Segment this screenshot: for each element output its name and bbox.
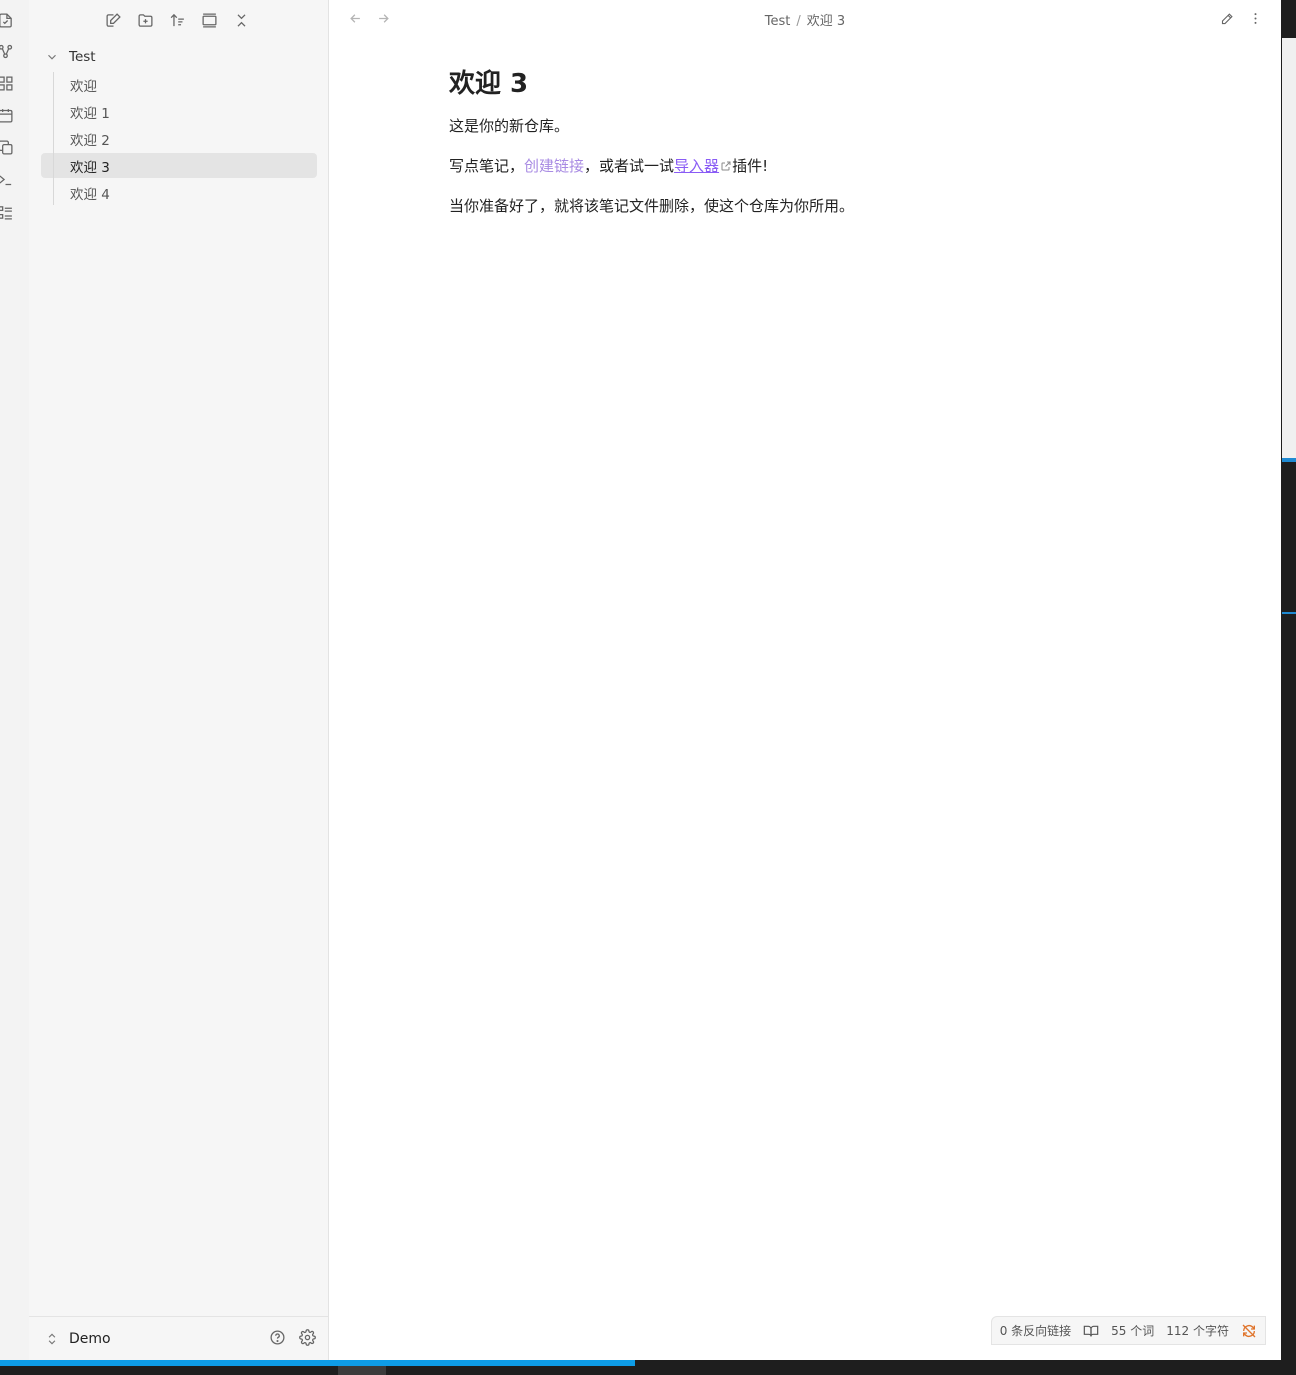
file-item-3[interactable]: 欢迎 3 [41, 153, 317, 178]
progress-bar [0, 1360, 636, 1366]
char-count: 112 个字符 [1166, 1324, 1229, 1338]
book-open-icon[interactable] [1083, 1323, 1099, 1339]
settings-icon[interactable] [298, 1328, 316, 1346]
calendar-icon[interactable] [0, 105, 16, 125]
scroll-marker [1282, 458, 1296, 462]
vault-name: Demo [69, 1330, 111, 1347]
file-label: 欢迎 1 [70, 105, 110, 122]
file-label: 欢迎 2 [70, 132, 110, 149]
file-item-4[interactable]: 欢迎 4 [41, 180, 318, 205]
ribbon [0, 0, 30, 1360]
internal-link[interactable]: 创建链接 [524, 157, 584, 175]
sort-icon[interactable] [165, 8, 189, 32]
p2-text-middle: ，或者试一试 [584, 157, 675, 175]
graph-icon[interactable] [0, 41, 16, 61]
file-item-0[interactable]: 欢迎 [41, 72, 318, 97]
note-paragraph-2: 写点笔记，创建链接，或者试一试导入器 插件! [449, 156, 1149, 176]
folder-test[interactable]: Test [41, 44, 317, 70]
edit-icon[interactable] [1217, 8, 1237, 28]
chevron-up-down-icon [48, 1333, 56, 1344]
scroll-marker [1282, 612, 1296, 614]
explorer-toolbar [101, 8, 253, 32]
p2-text-after: 插件! [732, 157, 769, 175]
note-paragraph-1: 这是你的新仓库。 [449, 117, 570, 135]
vault-switcher[interactable]: Demo [45, 1331, 111, 1347]
file-label: 欢迎 [70, 78, 97, 95]
editor-pane: Test / 欢迎 3 欢迎 3 这是你的新仓库。 写点笔记，创建链接，或者试一试导… [329, 0, 1281, 1360]
breadcrumb-current[interactable]: 欢迎 3 [807, 14, 845, 29]
file-label: 欢迎 4 [70, 186, 110, 203]
new-note-icon[interactable] [101, 8, 125, 32]
note-title: 欢迎 3 [449, 69, 529, 99]
files-icon[interactable] [0, 10, 16, 30]
canvas-icon[interactable] [0, 73, 16, 93]
breadcrumb-parent[interactable]: Test [765, 14, 791, 29]
external-link-icon [721, 161, 731, 171]
more-options-icon[interactable] [1245, 8, 1265, 28]
file-tree: Test 欢迎 欢迎 1 欢迎 2 欢迎 3 欢迎 4 [41, 44, 317, 205]
file-item-2[interactable]: 欢迎 2 [41, 126, 318, 151]
collapse-all-icon[interactable] [197, 8, 221, 32]
external-link[interactable]: 导入器 [674, 157, 719, 175]
file-explorer: Test 欢迎 欢迎 1 欢迎 2 欢迎 3 欢迎 4 Demo [29, 0, 329, 1360]
vault-actions [268, 1328, 316, 1346]
note-paragraph-3: 当你准备好了，就将该笔记文件删除，使这个仓库为你所用。 [449, 197, 855, 215]
vault-bar: Demo [29, 1316, 328, 1360]
p2-text-before: 写点笔记， [449, 157, 525, 175]
file-item-1[interactable]: 欢迎 1 [41, 99, 318, 124]
file-label: 欢迎 3 [70, 159, 110, 176]
view-header: Test / 欢迎 3 [329, 0, 1281, 36]
sync-disabled-icon[interactable] [1241, 1323, 1257, 1339]
folder-label: Test [69, 49, 96, 65]
chevron-down-icon [45, 49, 61, 65]
breadcrumb: Test / 欢迎 3 [329, 10, 1281, 29]
new-folder-icon[interactable] [133, 8, 157, 32]
folder-children: 欢迎 欢迎 1 欢迎 2 欢迎 3 欢迎 4 [41, 72, 317, 205]
terminal-icon[interactable] [0, 169, 16, 189]
status-bar: 0 条反向链接 55 个词 112 个字符 [990, 1316, 1266, 1345]
bottom-strip [0, 1360, 1296, 1375]
close-icon[interactable] [229, 8, 253, 32]
word-count: 55 个词 [1111, 1324, 1155, 1338]
taskbar-tab[interactable] [338, 1366, 386, 1375]
scrollbar-thumb[interactable] [1282, 38, 1296, 458]
breadcrumb-separator: / [796, 14, 801, 29]
help-icon[interactable] [268, 1328, 286, 1346]
copy-icon[interactable] [0, 137, 16, 157]
note-content[interactable]: 欢迎 3 这是你的新仓库。 写点笔记，创建链接，或者试一试导入器 插件! 当你准备… [449, 66, 1149, 236]
outline-icon[interactable] [0, 202, 16, 222]
backlinks-count[interactable]: 0 条反向链接 [1000, 1322, 1071, 1339]
